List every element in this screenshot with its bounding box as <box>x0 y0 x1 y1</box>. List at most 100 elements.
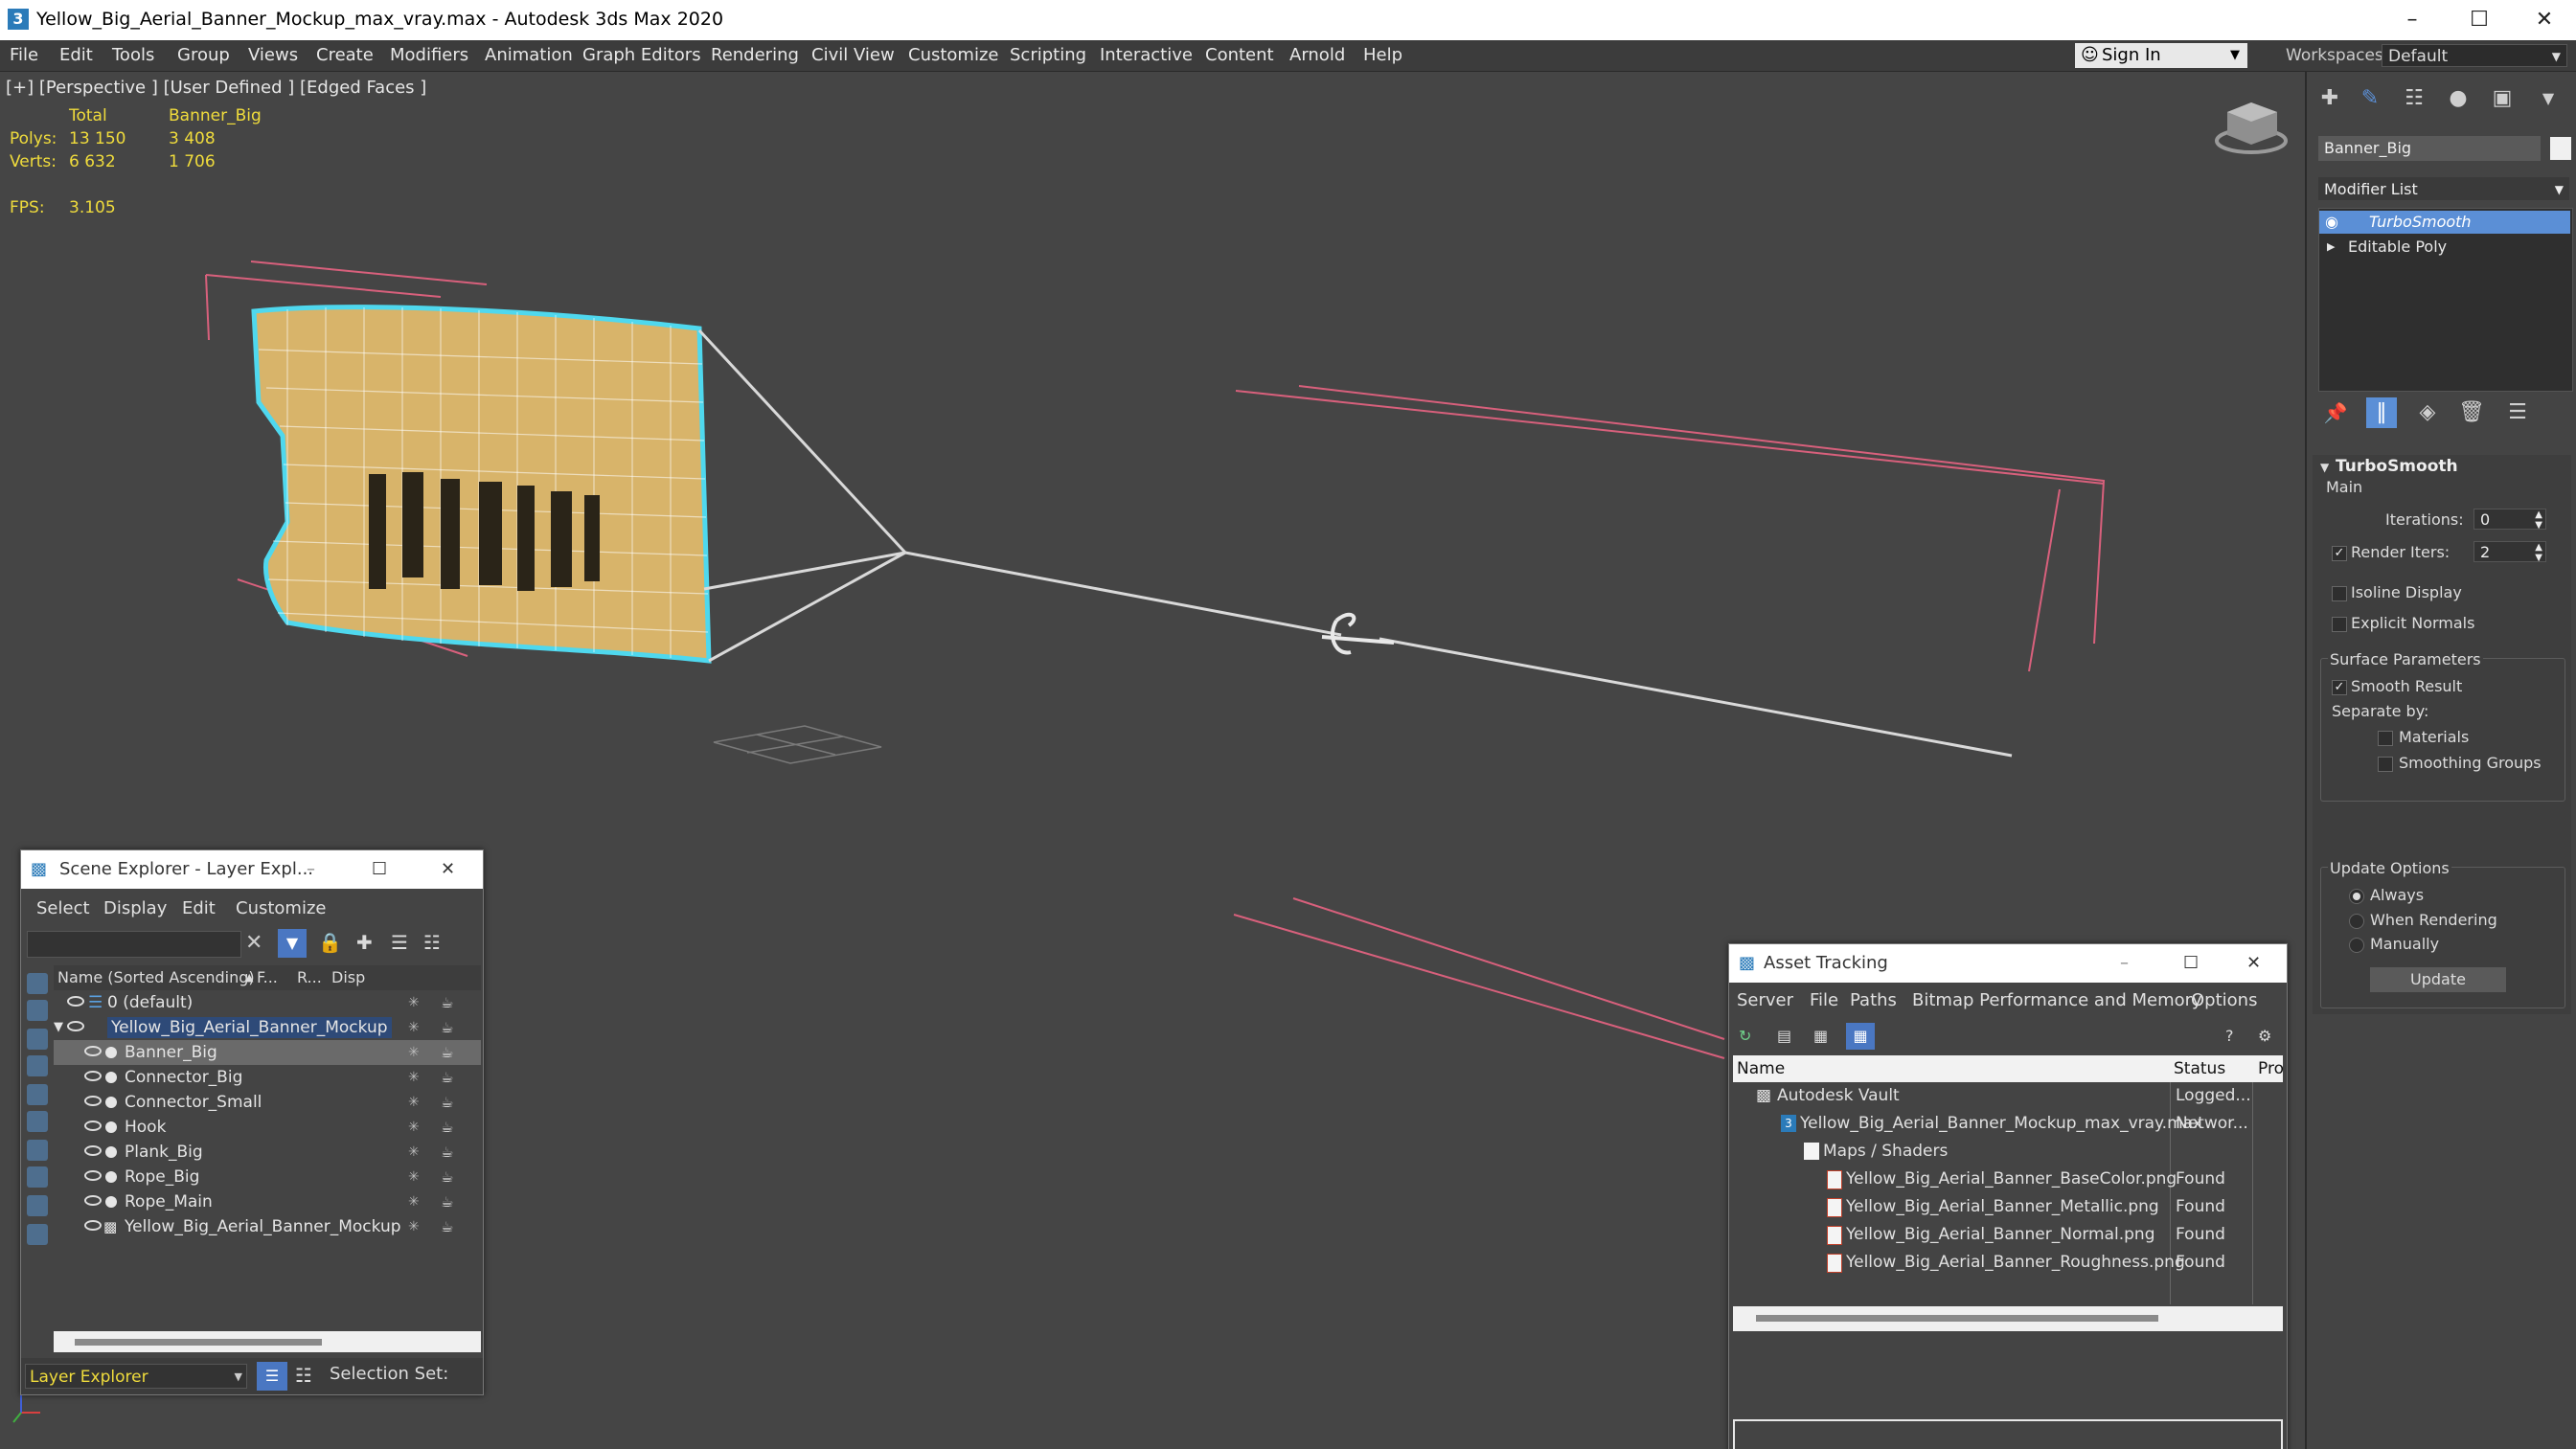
sign-in-dropdown[interactable]: ☺ Sign In ▼ <box>2075 43 2247 68</box>
asset-row-maps[interactable]: Maps / Shaders <box>1739 1138 2283 1166</box>
always-radio[interactable] <box>2349 889 2364 904</box>
menu-rendering[interactable]: Rendering <box>711 40 799 71</box>
display-groups-icon[interactable] <box>27 1140 48 1161</box>
scrollbar-thumb[interactable] <box>75 1339 322 1346</box>
menu-content[interactable]: Content <box>1205 40 1274 71</box>
perspective-viewport[interactable]: [+] [Perspective ] [User Defined ] [Edge… <box>0 72 2305 1449</box>
asset-tracking-titlebar[interactable]: ▩ Asset Tracking – ☐ ✕ <box>1729 944 2287 983</box>
eye-icon[interactable] <box>84 1195 102 1206</box>
tree-row-layer-banner[interactable]: ▼ Yellow_Big_Aerial_Banner_Mockup ✳ ☕ <box>54 1015 481 1040</box>
pin-stack-icon[interactable]: 📌 <box>2320 397 2351 428</box>
display-lights-icon[interactable] <box>27 1029 48 1050</box>
minimize-button[interactable]: – <box>2120 944 2129 983</box>
tree-row-plank-big[interactable]: Plank_Big ✳ ☕ <box>54 1140 481 1165</box>
update-button[interactable]: Update <box>2370 967 2506 992</box>
eye-icon[interactable] <box>84 1121 102 1131</box>
freeze-icon[interactable]: ✳ <box>408 1214 420 1239</box>
tree-row-rope-big[interactable]: Rope_Big ✳ ☕ <box>54 1165 481 1189</box>
asset-row-normal[interactable]: Yellow_Big_Aerial_Banner_Normal.png Foun… <box>1739 1221 2283 1249</box>
asset-row-maxfile[interactable]: 3 Yellow_Big_Aerial_Banner_Mockup_max_vr… <box>1739 1110 2283 1138</box>
close-button[interactable]: ✕ <box>2516 4 2573 36</box>
eye-icon[interactable]: ◉ <box>2325 211 2338 234</box>
col-display[interactable]: Disp <box>331 965 365 990</box>
rollout-title[interactable]: TurboSmooth <box>2336 457 2458 476</box>
menu-scripting[interactable]: Scripting <box>1010 40 1086 71</box>
help-icon[interactable]: ? <box>2225 1027 2234 1045</box>
configure-sets-icon[interactable]: ☰ <box>2502 397 2533 428</box>
list-icon[interactable]: ▤ <box>1777 1027 1791 1045</box>
freeze-icon[interactable]: ✳ <box>408 1015 420 1040</box>
eye-icon[interactable] <box>67 1021 84 1031</box>
freeze-icon[interactable]: ✳ <box>408 990 420 1015</box>
menu-interactive[interactable]: Interactive <box>1100 40 1193 71</box>
hierarchy-tab-icon[interactable]: ☷ <box>2399 83 2429 114</box>
render-iters-checkbox[interactable]: ✓ <box>2332 546 2347 561</box>
object-color-swatch[interactable] <box>2550 137 2571 160</box>
motion-tab-icon[interactable]: ● <box>2443 83 2473 114</box>
table-icon[interactable]: ▦ <box>1813 1027 1828 1045</box>
render-teapot-icon[interactable]: ☕ <box>441 1065 453 1090</box>
maximize-button[interactable]: ☐ <box>2451 4 2508 36</box>
display-cameras-icon[interactable] <box>27 1055 48 1076</box>
se-horizontal-scrollbar[interactable] <box>54 1331 481 1352</box>
maximize-button[interactable]: ☐ <box>372 850 387 889</box>
close-button[interactable]: ✕ <box>2246 944 2261 983</box>
isoline-checkbox[interactable] <box>2332 586 2347 601</box>
spinner-arrows-icon[interactable]: ▲ ▼ <box>2535 542 2542 563</box>
scrollbar-thumb[interactable] <box>1756 1315 2158 1322</box>
tree-row-rope-main[interactable]: Rope_Main ✳ ☕ <box>54 1189 481 1214</box>
maximize-button[interactable]: ☐ <box>2183 944 2199 983</box>
modifier-list-dropdown[interactable]: Modifier List ▼ <box>2318 177 2569 200</box>
materials-checkbox[interactable] <box>2378 731 2393 746</box>
viewcube[interactable] <box>2215 102 2288 154</box>
se-menu-edit[interactable]: Edit <box>182 898 216 918</box>
display-helpers-icon[interactable] <box>27 1084 48 1105</box>
render-teapot-icon[interactable]: ☕ <box>441 1189 453 1214</box>
hierarchy-toggle-icon[interactable]: ☷ <box>295 1364 312 1387</box>
clear-search-icon[interactable]: ✕ <box>245 931 262 955</box>
tree-row-layer-default[interactable]: ☰ 0 (default) ✳ ☕ <box>54 990 481 1015</box>
render-teapot-icon[interactable]: ☕ <box>441 1165 453 1189</box>
menu-file[interactable]: File <box>10 40 38 71</box>
se-menu-customize[interactable]: Customize <box>236 898 326 918</box>
freeze-icon[interactable]: ✳ <box>408 1115 420 1140</box>
modify-tab-icon[interactable]: ✎ <box>2355 83 2385 114</box>
workspaces-dropdown[interactable]: Default ▼ <box>2382 44 2567 67</box>
render-teapot-icon[interactable]: ☕ <box>441 1214 453 1239</box>
stack-item-turbosmooth[interactable]: ◉ TurboSmooth <box>2319 211 2570 234</box>
filter-icon[interactable]: ▼ <box>278 929 307 958</box>
render-teapot-icon[interactable]: ☕ <box>441 1015 453 1040</box>
iterations-spinner[interactable]: 0 ▲ ▼ <box>2473 509 2546 531</box>
render-teapot-icon[interactable]: ☕ <box>441 1090 453 1115</box>
display-bones-icon[interactable] <box>27 1195 48 1216</box>
at-menu-bitmap-performance[interactable]: Bitmap Performance and Memory <box>1912 990 2202 1010</box>
at-menu-paths[interactable]: Paths <box>1850 990 1897 1010</box>
smooth-result-checkbox[interactable]: ✓ <box>2332 680 2347 695</box>
add-layer-icon[interactable]: ✚ <box>356 931 373 954</box>
explicit-normals-checkbox[interactable] <box>2332 617 2347 632</box>
col-name[interactable]: Name <box>1737 1055 1785 1082</box>
se-menu-select[interactable]: Select <box>36 898 90 918</box>
at-menu-server[interactable]: Server <box>1737 990 1793 1010</box>
scene-explorer-titlebar[interactable]: ▩ Scene Explorer - Layer Expl... – ☐ ✕ <box>21 850 483 889</box>
render-teapot-icon[interactable]: ☕ <box>441 1140 453 1165</box>
display-xrefs-icon[interactable] <box>27 1166 48 1188</box>
when-rendering-radio[interactable] <box>2349 914 2364 929</box>
at-menu-options[interactable]: Options <box>2191 990 2257 1010</box>
refresh-icon[interactable]: ↻ <box>1739 1027 1751 1045</box>
menu-edit[interactable]: Edit <box>59 40 93 71</box>
freeze-icon[interactable]: ✳ <box>408 1140 420 1165</box>
lock-icon[interactable]: 🔒 <box>318 931 342 954</box>
freeze-icon[interactable]: ✳ <box>408 1165 420 1189</box>
menu-graph-editors[interactable]: Graph Editors <box>582 40 701 71</box>
freeze-icon[interactable]: ✳ <box>408 1189 420 1214</box>
col-proxy[interactable]: Pro <box>2258 1055 2284 1082</box>
menu-tools[interactable]: Tools <box>112 40 154 71</box>
layers-toggle-icon[interactable]: ☰ <box>257 1362 287 1391</box>
close-button[interactable]: ✕ <box>441 850 455 889</box>
tree-row-connector-big[interactable]: Connector_Big ✳ ☕ <box>54 1065 481 1090</box>
tree-row-connector-small[interactable]: Connector_Small ✳ ☕ <box>54 1090 481 1115</box>
utilities-tab-icon[interactable]: ▼ <box>2533 83 2564 114</box>
freeze-icon[interactable]: ✳ <box>408 1090 420 1115</box>
eye-icon[interactable] <box>84 1071 102 1081</box>
